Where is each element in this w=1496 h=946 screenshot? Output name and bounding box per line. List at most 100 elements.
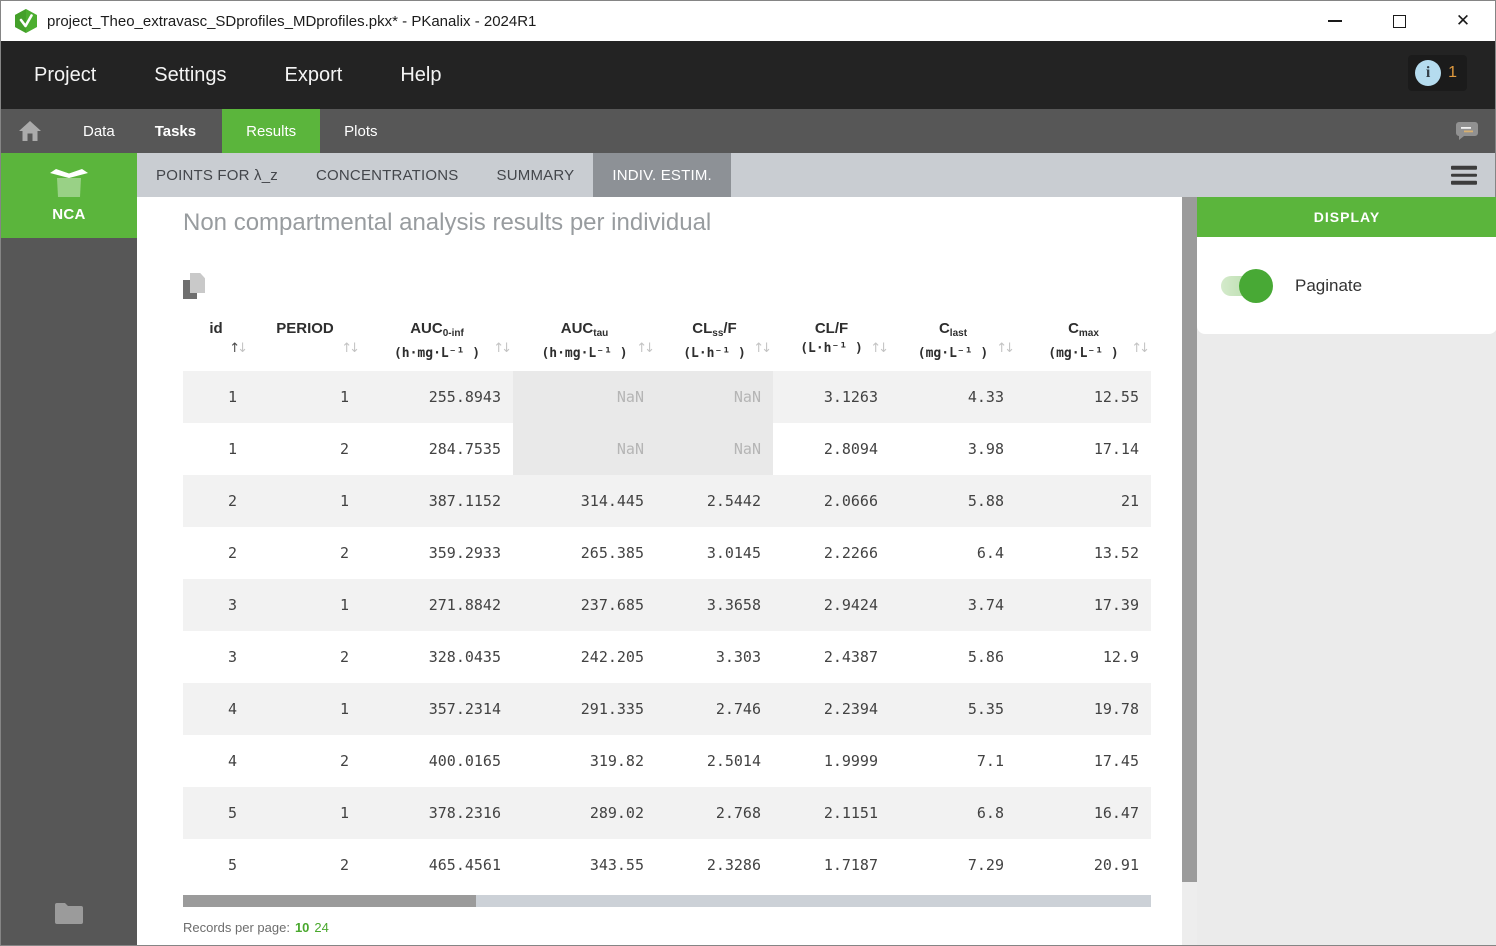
column-header-auc0inf[interactable]: AUC0-inf (h·mg·L⁻¹ ) ↑↓ (361, 311, 513, 371)
horizontal-scrollbar-thumb[interactable] (183, 895, 476, 907)
vertical-scrollbar[interactable] (1182, 197, 1197, 945)
sort-icons[interactable]: ↑↓ (229, 341, 248, 356)
table-row: 2 1 387.1152 314.445 2.5442 2.0666 5.88 21 (183, 475, 1151, 527)
sort-icons[interactable]: ↑↓ (493, 341, 512, 356)
sort-icons[interactable]: ↑↓ (870, 341, 889, 356)
vertical-scrollbar-thumb[interactable] (1182, 197, 1197, 882)
table-row: 4 1 357.2314 291.335 2.746 2.2394 5.35 19.78 (183, 683, 1151, 735)
tab-summary[interactable]: SUMMARY (478, 153, 594, 197)
menu-toggle-button[interactable] (1451, 165, 1477, 185)
table-cell: 5.88 (967, 492, 1004, 510)
table-cell: 3.98 (967, 440, 1004, 458)
column-label: Clast (938, 320, 968, 339)
menu-settings[interactable]: Settings (154, 64, 226, 87)
table-body: 1 1 255.8943 NaN NaN 3.1263 4.33 12.55 1 2 284.753… (183, 371, 1151, 891)
column-header-auctau[interactable]: AUCtau (h·mg·L⁻¹ ) ↑↓ (513, 311, 656, 371)
tab-points-for-lambda-z[interactable]: POINTS FOR λ_z (137, 153, 297, 197)
column-units: (h·mg·L⁻¹ ) (393, 346, 481, 361)
table-cell: 12.9 (1102, 648, 1139, 666)
notification-count: 1 (1448, 64, 1457, 81)
nca-results-table: id ↑↓ PERIOD ↑↓ AUC0-inf (h·mg·L⁻¹ ) ↑↓ AUCtau(… (183, 311, 1151, 891)
table-cell: 17.45 (1093, 752, 1139, 770)
sort-icons[interactable]: ↑↓ (341, 341, 360, 356)
menu-help[interactable]: Help (400, 64, 441, 87)
sort-asc-icon: ↑ (493, 341, 504, 356)
table-cell: 289.02 (589, 804, 644, 822)
table-cell: 2.0666 (823, 492, 878, 510)
maximize-button[interactable] (1367, 1, 1431, 41)
nav-plots[interactable]: Plots (328, 109, 393, 153)
menu-project[interactable]: Project (34, 64, 96, 87)
column-header-cmax[interactable]: Cmax (mg·L⁻¹ ) ↑↓ (1016, 311, 1151, 371)
sidebar-item-nca[interactable]: NCA (1, 153, 137, 238)
table-cell: 21 (1120, 492, 1139, 510)
table-row: 1 2 284.7535 NaN NaN 2.8094 3.98 17.14 (183, 423, 1151, 475)
tab-indiv-estim[interactable]: INDIV. ESTIM. (593, 153, 731, 197)
column-header-cl-f[interactable]: CL/F (L·h⁻¹ ) ↑↓ (773, 311, 890, 371)
table-cell: 255.8943 (428, 388, 501, 406)
comment-icon (1456, 122, 1478, 140)
comment-button[interactable] (1455, 109, 1479, 153)
folder-icon (55, 903, 83, 924)
copy-table-button[interactable] (183, 273, 205, 299)
table-cell: 359.2933 (428, 544, 501, 562)
sort-desc-icon: ↓ (501, 341, 512, 356)
table-cell: 400.0165 (428, 752, 501, 770)
table-cell: 13.52 (1093, 544, 1139, 562)
table-row: 1 1 255.8943 NaN NaN 3.1263 4.33 12.55 (183, 371, 1151, 423)
maximize-icon (1392, 14, 1406, 28)
table-cell: 319.82 (589, 752, 644, 770)
column-header-id[interactable]: id ↑↓ (183, 311, 249, 371)
home-button[interactable] (1, 109, 59, 153)
sort-icons[interactable]: ↑↓ (996, 341, 1015, 356)
project-folder-button[interactable] (53, 900, 85, 931)
table-cell: 1.7187 (823, 856, 878, 874)
nav-tasks[interactable]: Tasks (139, 109, 212, 153)
sort-icons[interactable]: ↑↓ (1131, 341, 1150, 356)
table-cell: 5.86 (967, 648, 1004, 666)
table-cell: 6.8 (976, 804, 1004, 822)
records-option-10[interactable]: 10 (295, 920, 309, 935)
nav-data[interactable]: Data (67, 109, 131, 153)
table-cell: 2 (339, 648, 349, 666)
close-button[interactable]: ✕ (1431, 1, 1495, 41)
sort-asc-icon: ↑ (636, 341, 647, 356)
sort-desc-icon: ↓ (1139, 341, 1150, 356)
display-panel-card: Paginate (1197, 237, 1496, 334)
column-header-clast[interactable]: Clast (mg·L⁻¹ ) ↑↓ (890, 311, 1016, 371)
table-cell: 265.385 (580, 544, 644, 562)
paginate-toggle[interactable] (1221, 268, 1273, 303)
sort-icons[interactable]: ↑↓ (636, 341, 655, 356)
sort-asc-icon: ↑ (870, 341, 881, 356)
table-cell: 314.445 (580, 492, 644, 510)
table-cell: 5.35 (967, 700, 1004, 718)
tab-concentrations[interactable]: CONCENTRATIONS (297, 153, 478, 197)
display-panel: DISPLAY Paginate (1197, 197, 1496, 945)
nav-bar: Data Tasks Results Plots (1, 109, 1495, 153)
table-cell: 20.91 (1093, 856, 1139, 874)
minimize-button[interactable] (1303, 1, 1367, 41)
minimize-icon (1328, 20, 1342, 22)
table-cell: 5 (227, 856, 237, 874)
horizontal-scrollbar[interactable] (183, 895, 1151, 907)
records-per-page-label: Records per page: (183, 920, 290, 935)
window-controls: ✕ (1303, 1, 1495, 41)
table-row: 5 1 378.2316 289.02 2.768 2.1151 6.8 16.47 (183, 787, 1151, 839)
info-button[interactable]: i 1 (1408, 55, 1467, 91)
table-cell: 19.78 (1093, 700, 1139, 718)
task-sidebar: NCA (1, 153, 137, 945)
records-option-24[interactable]: 24 (314, 920, 328, 935)
table-cell: NaN (513, 423, 656, 475)
menu-export[interactable]: Export (285, 64, 343, 87)
table-cell: 328.0435 (428, 648, 501, 666)
column-label: AUC0-inf (410, 320, 464, 339)
column-header-period[interactable]: PERIOD ↑↓ (249, 311, 361, 371)
sort-icons[interactable]: ↑↓ (753, 341, 772, 356)
pkanalix-window: project_Theo_extravasc_SDprofiles_MDprof… (0, 0, 1496, 946)
table-cell: 4.33 (967, 388, 1004, 406)
table-cell: NaN (513, 371, 656, 423)
nav-results[interactable]: Results (222, 109, 321, 153)
column-header-clss-f[interactable]: CLss/F (L·h⁻¹ ) ↑↓ (656, 311, 773, 371)
column-label: AUCtau (560, 320, 609, 339)
table-cell: 2 (339, 440, 349, 458)
